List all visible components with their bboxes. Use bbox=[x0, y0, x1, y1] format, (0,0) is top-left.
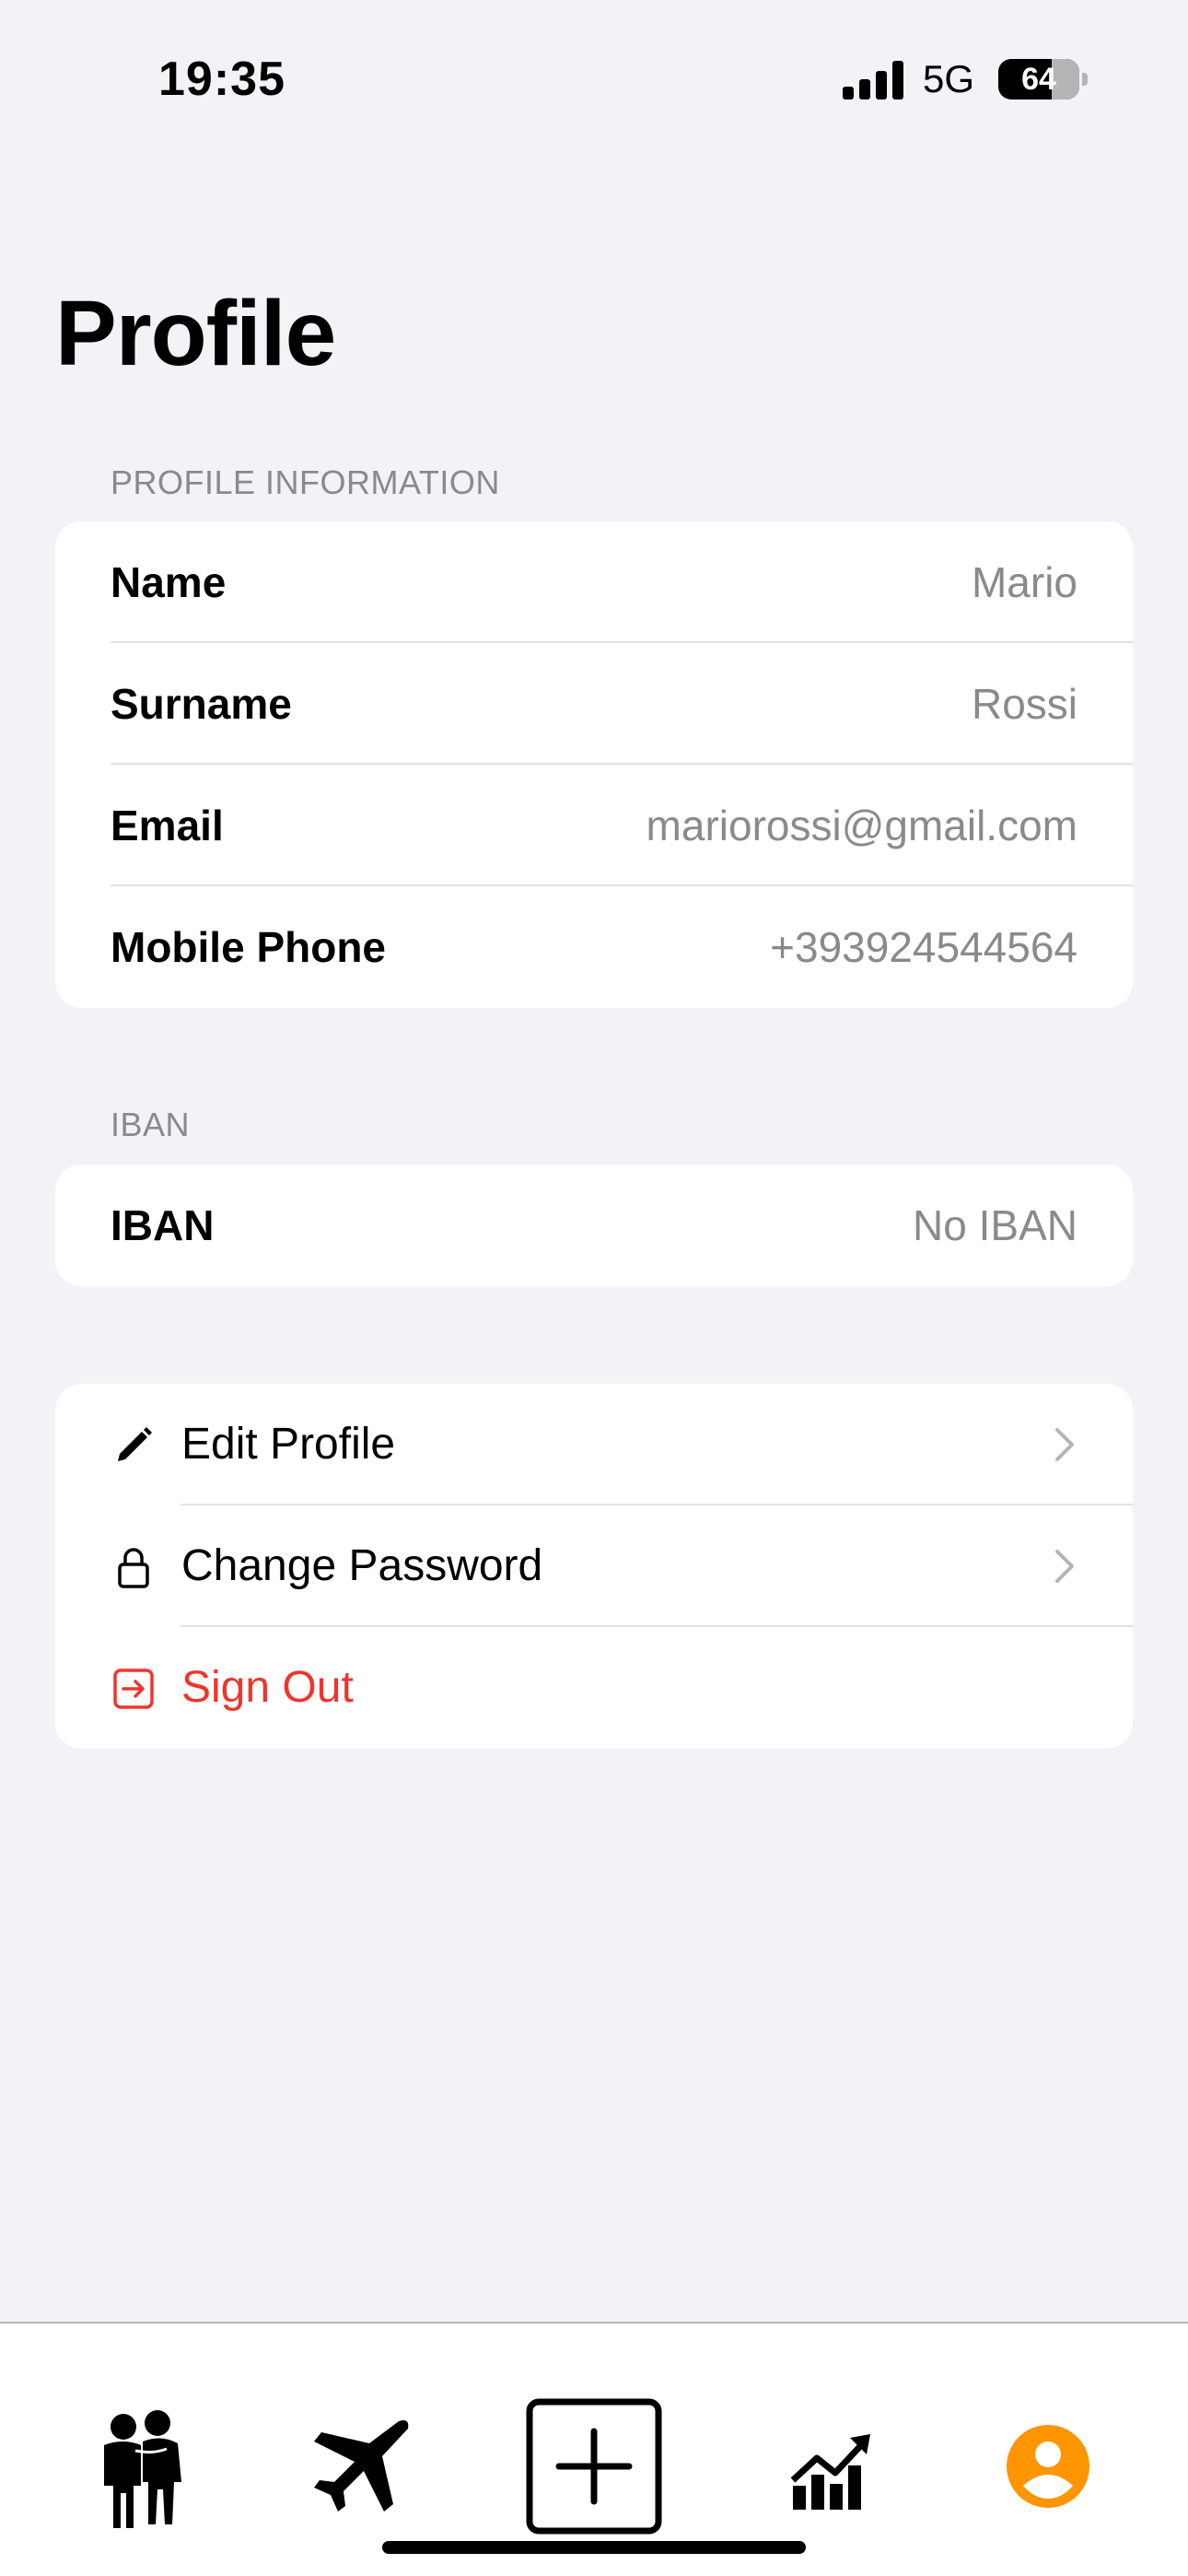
iban-row: IBAN No IBAN bbox=[55, 1165, 1133, 1286]
iban-label: IBAN bbox=[111, 1201, 215, 1249]
profile-information-header: PROFILE INFORMATION bbox=[111, 463, 500, 501]
status-bar: 19:35 5G 64 bbox=[0, 0, 1188, 157]
status-time: 19:35 bbox=[158, 53, 285, 106]
battery-icon: 64 bbox=[998, 59, 1079, 100]
sign-out-icon bbox=[113, 1669, 154, 1709]
tab-bar bbox=[0, 2322, 1188, 2576]
people-icon bbox=[104, 2410, 181, 2528]
battery-cap bbox=[1082, 73, 1088, 86]
network-type: 5G bbox=[923, 57, 975, 100]
iban-card: IBAN No IBAN bbox=[55, 1165, 1133, 1286]
change-password-button[interactable]: Change Password bbox=[55, 1505, 1133, 1627]
email-label: Email bbox=[111, 802, 224, 849]
cellular-signal-icon bbox=[843, 61, 905, 100]
surname-row: Surname Rossi bbox=[55, 643, 1133, 765]
actions-card: Edit Profile Change Password Sign Out bbox=[55, 1384, 1133, 1749]
tab-profile[interactable] bbox=[979, 2397, 1117, 2535]
chart-up-icon bbox=[790, 2434, 870, 2510]
name-label: Name bbox=[111, 558, 227, 606]
tab-people[interactable] bbox=[71, 2397, 209, 2535]
surname-value: Rossi bbox=[971, 680, 1077, 728]
iban-value: No IBAN bbox=[913, 1201, 1077, 1249]
edit-profile-label: Edit Profile bbox=[181, 1420, 396, 1469]
page-title: Profile bbox=[55, 282, 336, 385]
iban-header: IBAN bbox=[111, 1106, 191, 1143]
edit-profile-button[interactable]: Edit Profile bbox=[55, 1384, 1133, 1505]
surname-label: Surname bbox=[111, 680, 292, 728]
plus-square-icon bbox=[526, 2398, 662, 2535]
airplane-icon bbox=[314, 2420, 409, 2512]
pencil-icon bbox=[118, 1427, 152, 1461]
mobile-phone-value: +393924544564 bbox=[770, 923, 1077, 971]
name-value: Mario bbox=[971, 558, 1077, 606]
lock-icon bbox=[118, 1548, 149, 1588]
home-indicator bbox=[382, 2541, 806, 2554]
change-password-label: Change Password bbox=[181, 1541, 543, 1590]
chevron-right-icon bbox=[1055, 1428, 1074, 1461]
tab-statistics[interactable] bbox=[760, 2397, 898, 2535]
mobile-phone-label: Mobile Phone bbox=[111, 923, 386, 971]
sign-out-label: Sign Out bbox=[181, 1663, 354, 1712]
email-row: Email mariorossi@gmail.com bbox=[55, 765, 1133, 886]
battery-level: 64 bbox=[1021, 62, 1056, 97]
profile-information-card: Name Mario Surname Rossi Email marioross… bbox=[55, 521, 1133, 1008]
email-value: mariorossi@gmail.com bbox=[646, 802, 1077, 849]
mobile-phone-row: Mobile Phone +393924544564 bbox=[55, 886, 1133, 1008]
name-row: Name Mario bbox=[55, 521, 1133, 643]
chevron-right-icon bbox=[1055, 1550, 1074, 1583]
tab-flights[interactable] bbox=[290, 2397, 428, 2535]
person-circle-icon bbox=[1007, 2425, 1089, 2508]
sign-out-button[interactable]: Sign Out bbox=[55, 1627, 1133, 1749]
tab-add[interactable] bbox=[525, 2397, 663, 2535]
